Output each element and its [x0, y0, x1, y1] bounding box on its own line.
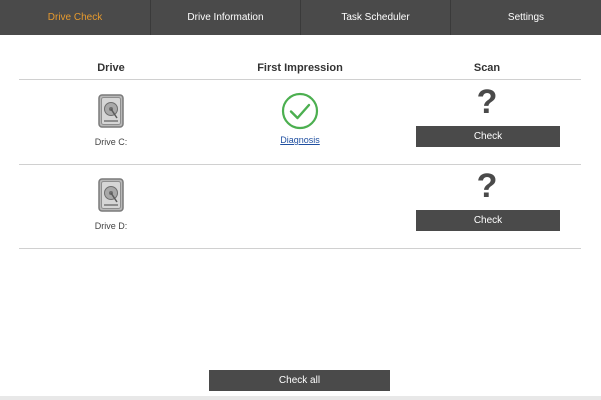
- question-mark-icon: ?: [476, 167, 498, 205]
- column-header-drive: Drive: [97, 62, 125, 74]
- check-button-drive-c[interactable]: Check: [416, 126, 560, 147]
- tab-bar: Drive Check Drive Information Task Sched…: [0, 0, 601, 35]
- column-header-first-impression: First Impression: [257, 62, 343, 74]
- tab-task-scheduler[interactable]: Task Scheduler: [301, 0, 451, 35]
- drive-label: Drive C:: [94, 137, 128, 147]
- check-button-drive-d[interactable]: Check: [416, 210, 560, 231]
- table-row: Drive C: Diagnosis ? Check: [19, 80, 581, 165]
- column-header-scan: Scan: [473, 62, 501, 74]
- diagnosis-link[interactable]: Diagnosis: [280, 135, 320, 145]
- table-header: Drive First Impression Scan: [19, 62, 581, 80]
- window-bottom-edge: [0, 396, 601, 400]
- hard-drive-icon: [98, 94, 124, 128]
- check-all-button[interactable]: Check all: [209, 370, 390, 391]
- hard-drive-icon: [98, 178, 124, 212]
- table-row: Drive D: ? Check: [19, 164, 581, 249]
- drive-label: Drive D:: [94, 221, 128, 231]
- tab-settings[interactable]: Settings: [451, 0, 601, 35]
- question-mark-icon: ?: [476, 83, 498, 121]
- tab-drive-check[interactable]: Drive Check: [0, 0, 151, 35]
- check-circle-icon: [281, 92, 319, 130]
- tab-drive-information[interactable]: Drive Information: [151, 0, 301, 35]
